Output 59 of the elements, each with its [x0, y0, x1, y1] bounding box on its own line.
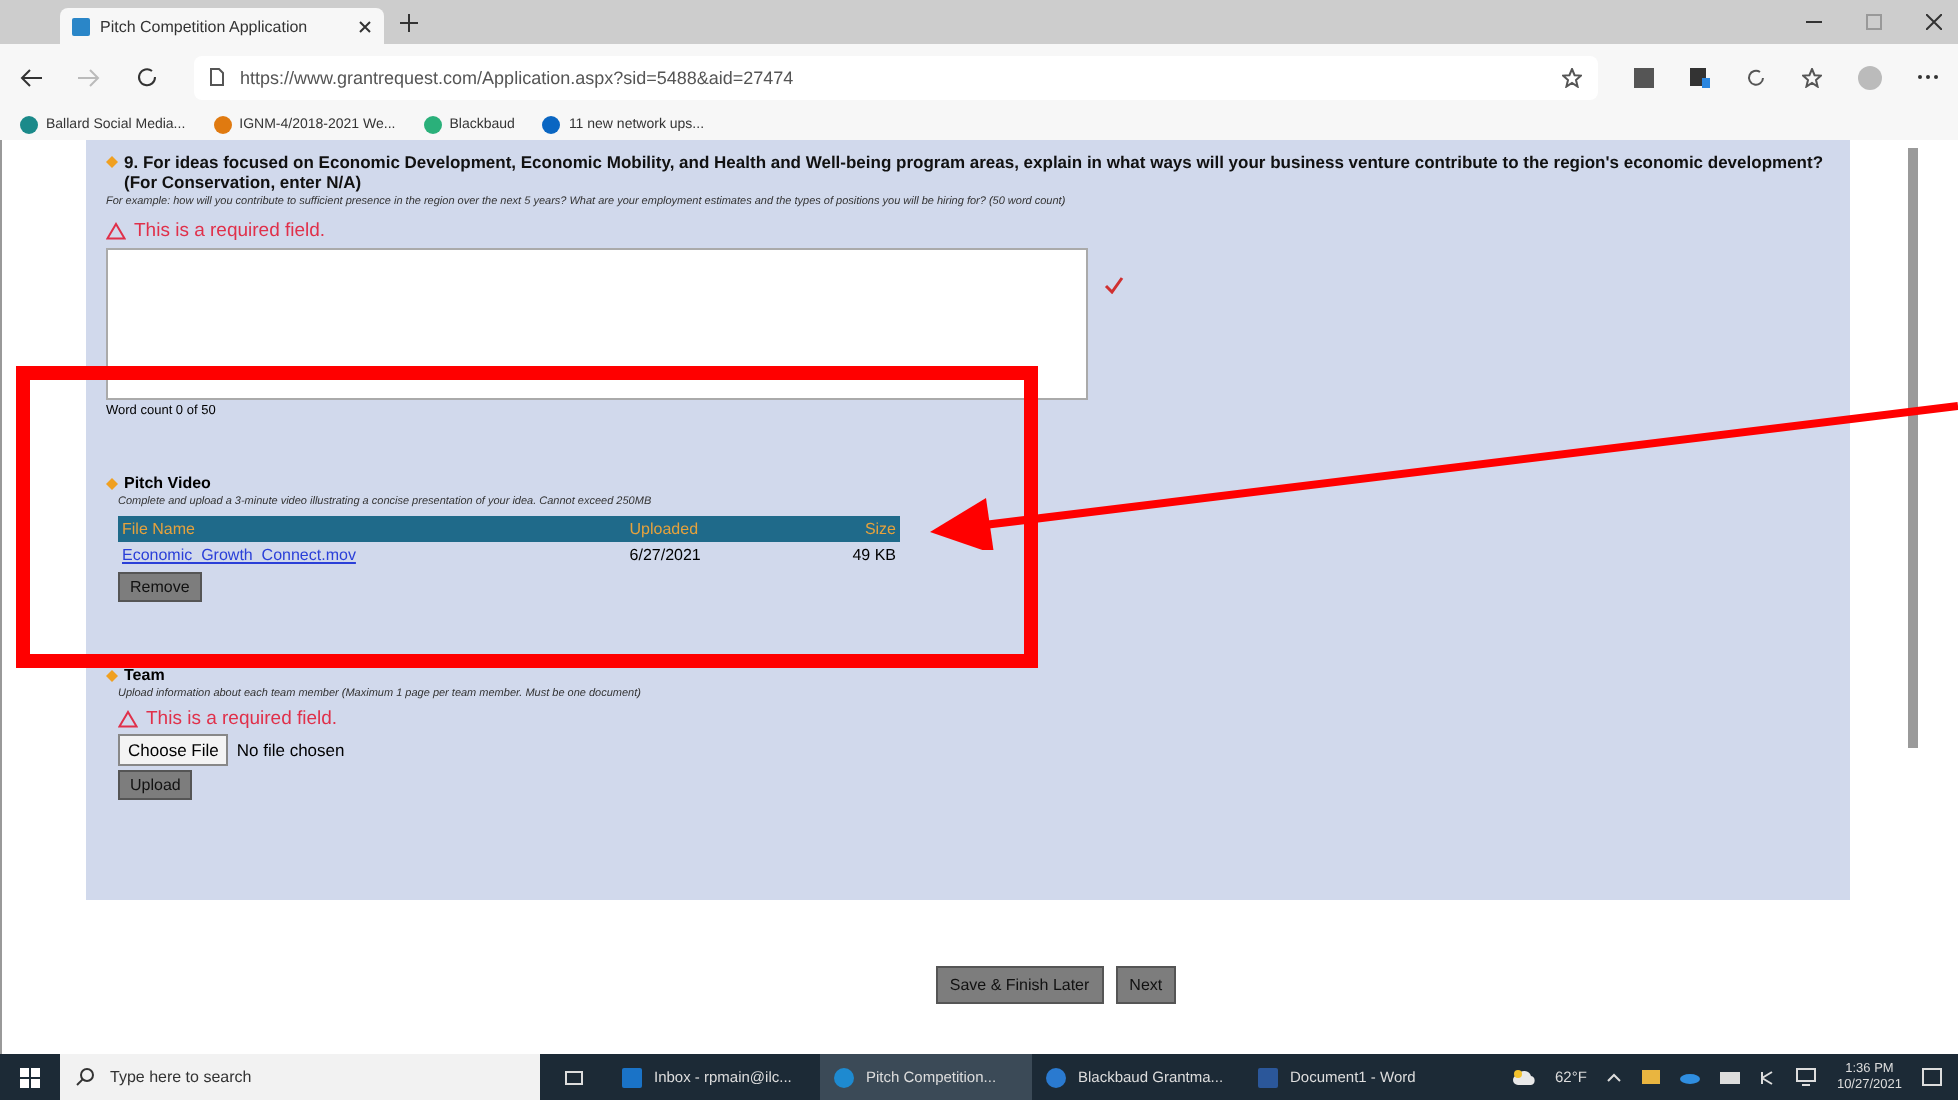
windows-icon[interactable]	[20, 1067, 40, 1087]
section-title: Pitch Video	[124, 474, 211, 492]
refresh-icon[interactable]	[136, 66, 158, 88]
table-cell: 6/27/2021	[625, 542, 792, 568]
bookmark-icon	[423, 116, 442, 134]
required-icon	[106, 670, 118, 682]
bookmark-icon	[542, 116, 561, 134]
network-icon[interactable]	[1796, 1068, 1817, 1086]
document-icon	[1256, 1065, 1280, 1089]
required-icon	[106, 478, 118, 490]
next-button[interactable]: Next	[1115, 966, 1177, 1004]
browser-icon	[1044, 1065, 1068, 1089]
address-bar[interactable]: https://www.grantrequest.com/Application.aspx?sid=5488&aid=27474	[194, 55, 1598, 99]
tab-title: Pitch Competition Application	[100, 17, 308, 35]
favorite-icon[interactable]	[1562, 67, 1582, 87]
file-status: No file chosen	[236, 740, 345, 760]
browser-tab[interactable]: Pitch Competition Application	[60, 8, 384, 44]
scrollbar[interactable]	[1907, 148, 1917, 748]
extension-icon[interactable]	[1634, 67, 1654, 87]
refresh-icon[interactable]	[1746, 67, 1766, 87]
required-icon	[106, 156, 118, 168]
column-header: File Name	[118, 516, 626, 542]
remove-button[interactable]: Remove	[118, 572, 202, 602]
notification-icon[interactable]	[1922, 1067, 1942, 1087]
extension-icon[interactable]	[1690, 67, 1710, 87]
question-subtitle: (For Conservation, enter N/A)	[124, 172, 364, 192]
chevron-icon[interactable]	[1606, 1072, 1623, 1082]
task-view-icon[interactable]	[564, 1067, 584, 1087]
close-icon[interactable]	[1926, 14, 1942, 30]
warning-icon	[118, 710, 138, 728]
mail-icon	[620, 1065, 644, 1089]
favorites-icon[interactable]	[1802, 67, 1822, 87]
browser-icon	[832, 1065, 856, 1089]
save-button[interactable]: Save & Finish Later	[935, 966, 1104, 1004]
file-link[interactable]: Economic_Growth_Connect.mov	[122, 546, 356, 564]
answer-box[interactable]	[106, 248, 1088, 400]
column-header: Size	[791, 516, 900, 542]
table-cell: 49 KB	[791, 542, 900, 568]
upload-button[interactable]: Upload	[118, 770, 193, 800]
page-icon	[210, 68, 224, 86]
more-icon[interactable]	[1918, 74, 1938, 80]
question-text: 9. For ideas focused on Economic Development, Economic Mobility, and Health and Well-being program areas, explain in what ways will your business venture contribute to the region's economic development?	[124, 152, 1824, 172]
error-message: This is a required field.	[134, 220, 326, 242]
section-title: Team	[124, 666, 165, 684]
cloud-icon	[1511, 1068, 1536, 1086]
page-icon	[72, 17, 90, 35]
new-tab-icon[interactable]	[400, 13, 418, 31]
column-header: Uploaded	[625, 516, 792, 542]
back-icon[interactable]	[20, 67, 42, 87]
mail-icon[interactable]	[1642, 1070, 1661, 1084]
choose-file-button[interactable]: Choose File	[118, 734, 229, 766]
bookmark-icon	[213, 116, 232, 134]
close-icon[interactable]	[358, 19, 372, 33]
search-icon	[76, 1068, 94, 1086]
search-field[interactable]: Type here to search	[60, 1054, 540, 1100]
warning-icon	[106, 222, 126, 240]
cloud-icon[interactable]	[1680, 1071, 1701, 1083]
error-message: This is a required field.	[146, 708, 338, 730]
bookmark-icon	[20, 116, 38, 134]
